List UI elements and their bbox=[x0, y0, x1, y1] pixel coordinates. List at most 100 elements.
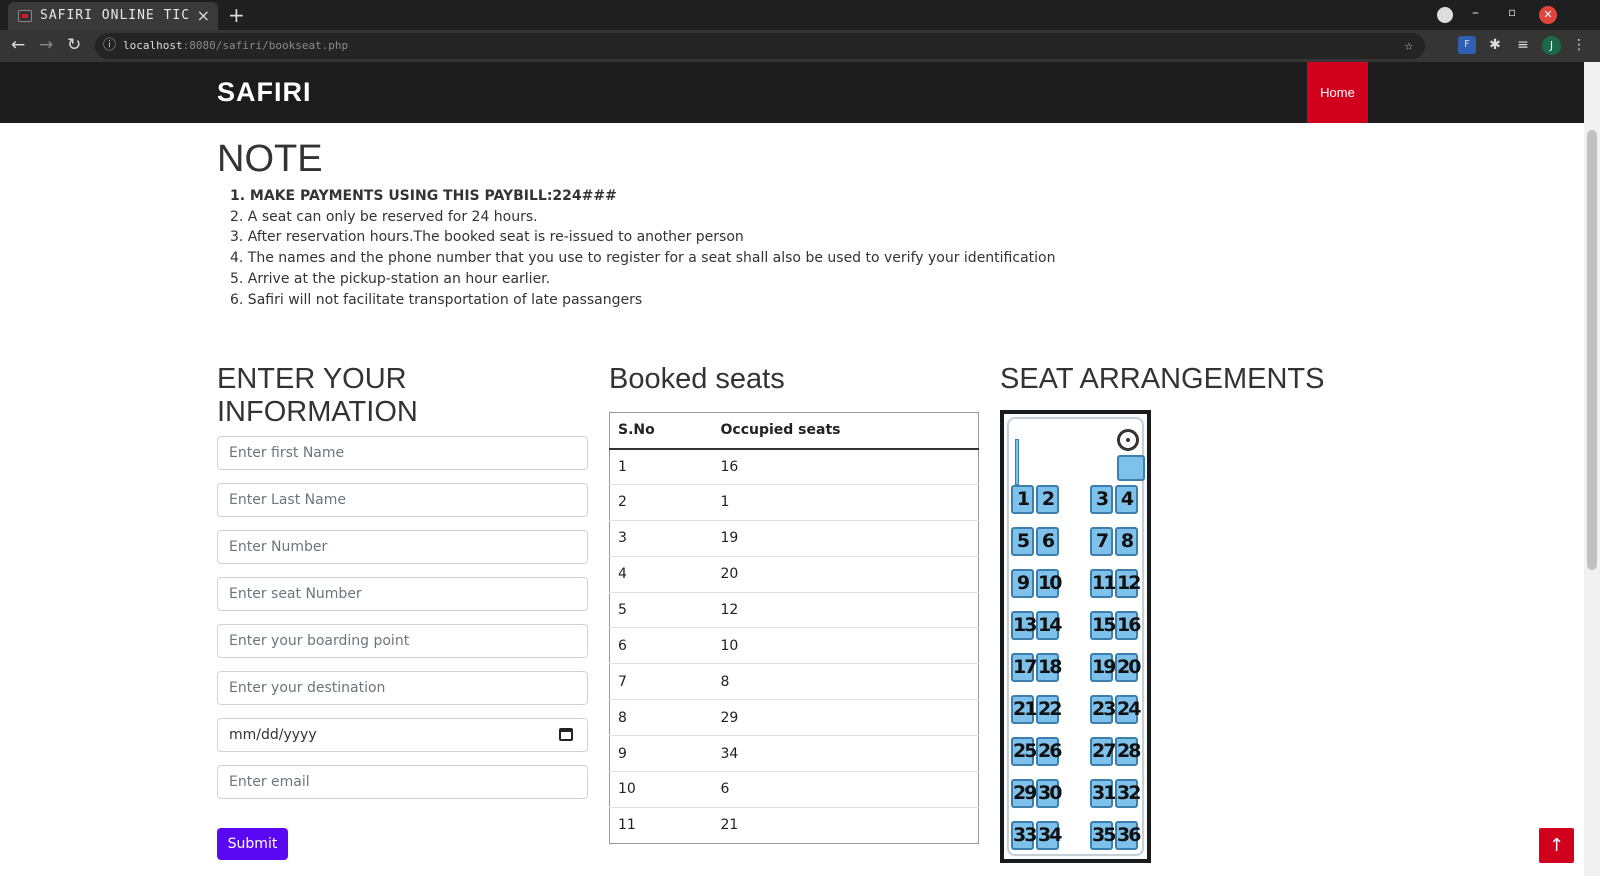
note-list: 1. MAKE PAYMENTS USING THIS PAYBILL:224#… bbox=[230, 186, 1055, 310]
table-row: 3 19 bbox=[609, 519, 979, 557]
reload-icon[interactable]: ↻ bbox=[67, 35, 81, 55]
seat-3[interactable]: 3 bbox=[1090, 485, 1113, 514]
puzzle-icon[interactable]: ✱ bbox=[1486, 36, 1504, 54]
seat-12[interactable]: 12 bbox=[1115, 569, 1141, 598]
seat-29[interactable]: 29 bbox=[1011, 779, 1037, 808]
site-navbar: SAFIRI Home bbox=[0, 62, 1584, 123]
column-header: Occupied seats bbox=[712, 412, 979, 450]
occupied-seat-cell: 12 bbox=[712, 591, 979, 628]
seat-24[interactable]: 24 bbox=[1115, 695, 1141, 724]
bus-body: 1 2 3 4 5 6 7 8 9 10 11 12 13 14 15 16 17 18 19 20 21 22 23 24 2… bbox=[1007, 417, 1145, 856]
serial-number-cell: 8 bbox=[609, 699, 713, 736]
seat-4[interactable]: 4 bbox=[1115, 485, 1138, 514]
last-name-input[interactable]: Enter Last Name bbox=[217, 483, 588, 517]
seat-22[interactable]: 22 bbox=[1036, 695, 1062, 724]
occupied-seat-cell: 29 bbox=[712, 699, 979, 736]
submit-button[interactable]: Submit bbox=[217, 828, 288, 860]
new-tab-button[interactable]: + bbox=[228, 3, 245, 27]
table-row: 11 21 bbox=[609, 806, 979, 844]
destination-input[interactable]: Enter your destination bbox=[217, 671, 588, 705]
brand-logo[interactable]: SAFIRI bbox=[217, 74, 312, 110]
seat-36[interactable]: 36 bbox=[1115, 821, 1141, 850]
tab-close-icon[interactable]: × bbox=[197, 2, 210, 30]
reading-list-icon[interactable]: ≡ bbox=[1514, 36, 1532, 54]
seat-14[interactable]: 14 bbox=[1036, 611, 1062, 640]
more-menu-icon[interactable]: ⋮ bbox=[1570, 36, 1588, 54]
seat-35[interactable]: 35 bbox=[1090, 821, 1116, 850]
note-item: 3. After reservation hours.The booked se… bbox=[230, 229, 744, 246]
first-name-input[interactable]: Enter first Name bbox=[217, 436, 588, 470]
seat-5[interactable]: 5 bbox=[1011, 527, 1034, 556]
date-input[interactable]: mm/dd/yyyy bbox=[217, 718, 588, 752]
seat-20[interactable]: 20 bbox=[1115, 653, 1141, 682]
seat-arrangement-title: SEAT ARRANGEMENTS bbox=[1000, 363, 1325, 395]
scroll-to-top-button[interactable]: ↑ bbox=[1539, 828, 1574, 863]
serial-number-cell: 2 bbox=[609, 483, 713, 521]
seat-11[interactable]: 11 bbox=[1090, 569, 1116, 598]
seat-27[interactable]: 27 bbox=[1090, 737, 1116, 766]
url-host: localhost bbox=[123, 39, 183, 52]
table-row: 78 bbox=[609, 663, 979, 700]
arrow-left-icon[interactable]: ← bbox=[11, 35, 25, 55]
seat-23[interactable]: 23 bbox=[1090, 695, 1116, 724]
arrow-right-icon[interactable]: → bbox=[39, 35, 53, 55]
table-row: 9 34 bbox=[609, 735, 979, 772]
occupied-seat-cell: 8 bbox=[712, 663, 979, 700]
star-icon[interactable]: ☆ bbox=[1405, 33, 1413, 59]
seat-17[interactable]: 17 bbox=[1011, 653, 1037, 682]
minimize-button[interactable]: – bbox=[1472, 5, 1479, 21]
site-info-icon[interactable]: ⓘ bbox=[103, 33, 116, 59]
calendar-icon[interactable] bbox=[559, 728, 573, 741]
seat-33[interactable]: 33 bbox=[1011, 821, 1037, 850]
scrollbar-thumb[interactable] bbox=[1587, 130, 1597, 570]
seat-32[interactable]: 32 bbox=[1115, 779, 1141, 808]
seat-13[interactable]: 13 bbox=[1011, 611, 1037, 640]
seat-28[interactable]: 28 bbox=[1115, 737, 1141, 766]
address-bar-row: ← → ↻ ⓘ localhost:8080/safiri/bookseat.p… bbox=[0, 30, 1600, 62]
seat-34[interactable]: 34 bbox=[1036, 821, 1062, 850]
seat-number-input[interactable]: Enter seat Number bbox=[217, 577, 588, 611]
seat-7[interactable]: 7 bbox=[1090, 527, 1113, 556]
occupied-seat-cell: 21 bbox=[712, 806, 979, 844]
occupied-seat-cell: 1 bbox=[712, 483, 979, 521]
serial-number-cell: 5 bbox=[609, 591, 713, 628]
seat-25[interactable]: 25 bbox=[1011, 737, 1037, 766]
browser-tab-bar: SAFIRI ONLINE TIC × + – ▫ ✕ bbox=[0, 0, 1600, 30]
close-window-button[interactable]: ✕ bbox=[1539, 6, 1557, 24]
boarding-point-input[interactable]: Enter your boarding point bbox=[217, 624, 588, 658]
form-title-line: INFORMATION bbox=[217, 396, 418, 428]
occupied-seat-cell: 16 bbox=[712, 448, 979, 485]
driver-seat bbox=[1117, 455, 1145, 481]
seat-16[interactable]: 16 bbox=[1115, 611, 1141, 640]
seat-10[interactable]: 10 bbox=[1036, 569, 1062, 598]
seat-21[interactable]: 21 bbox=[1011, 695, 1037, 724]
seat-18[interactable]: 18 bbox=[1036, 653, 1062, 682]
seat-15[interactable]: 15 bbox=[1090, 611, 1116, 640]
seat-31[interactable]: 31 bbox=[1090, 779, 1116, 808]
seat-19[interactable]: 19 bbox=[1090, 653, 1116, 682]
seat-8[interactable]: 8 bbox=[1115, 527, 1138, 556]
seat-30[interactable]: 30 bbox=[1036, 779, 1062, 808]
maximize-button[interactable]: ▫ bbox=[1508, 5, 1516, 19]
seat-6[interactable]: 6 bbox=[1036, 527, 1059, 556]
phone-number-input[interactable]: Enter Number bbox=[217, 530, 588, 564]
booked-seats-table: S.No Occupied seats 1 16 2 1 3 19 4 20 5 12 6 10 7 8 8… bbox=[609, 412, 979, 844]
browser-tab[interactable]: SAFIRI ONLINE TIC × bbox=[8, 2, 218, 30]
seat-1[interactable]: 1 bbox=[1011, 485, 1034, 514]
table-row: 8 29 bbox=[609, 699, 979, 736]
booked-title: Booked seats bbox=[609, 363, 785, 395]
seat-9[interactable]: 9 bbox=[1011, 569, 1034, 598]
door-icon bbox=[1015, 439, 1019, 485]
note-title: NOTE bbox=[217, 138, 323, 180]
seat-26[interactable]: 26 bbox=[1036, 737, 1062, 766]
seat-2[interactable]: 2 bbox=[1036, 485, 1059, 514]
url-input[interactable]: ⓘ localhost:8080/safiri/bookseat.php ☆ bbox=[95, 33, 1425, 59]
nav-home-link[interactable]: Home bbox=[1307, 62, 1368, 123]
email-input[interactable]: Enter email bbox=[217, 765, 588, 799]
table-row: 4 20 bbox=[609, 555, 979, 593]
table-header-row: S.No Occupied seats bbox=[609, 412, 979, 450]
profile-menu-icon[interactable] bbox=[1437, 7, 1453, 23]
extension-icon[interactable]: F bbox=[1458, 36, 1476, 54]
avatar[interactable]: J bbox=[1542, 36, 1561, 55]
form-title: ENTER YOUR INFORMATION bbox=[217, 363, 418, 429]
